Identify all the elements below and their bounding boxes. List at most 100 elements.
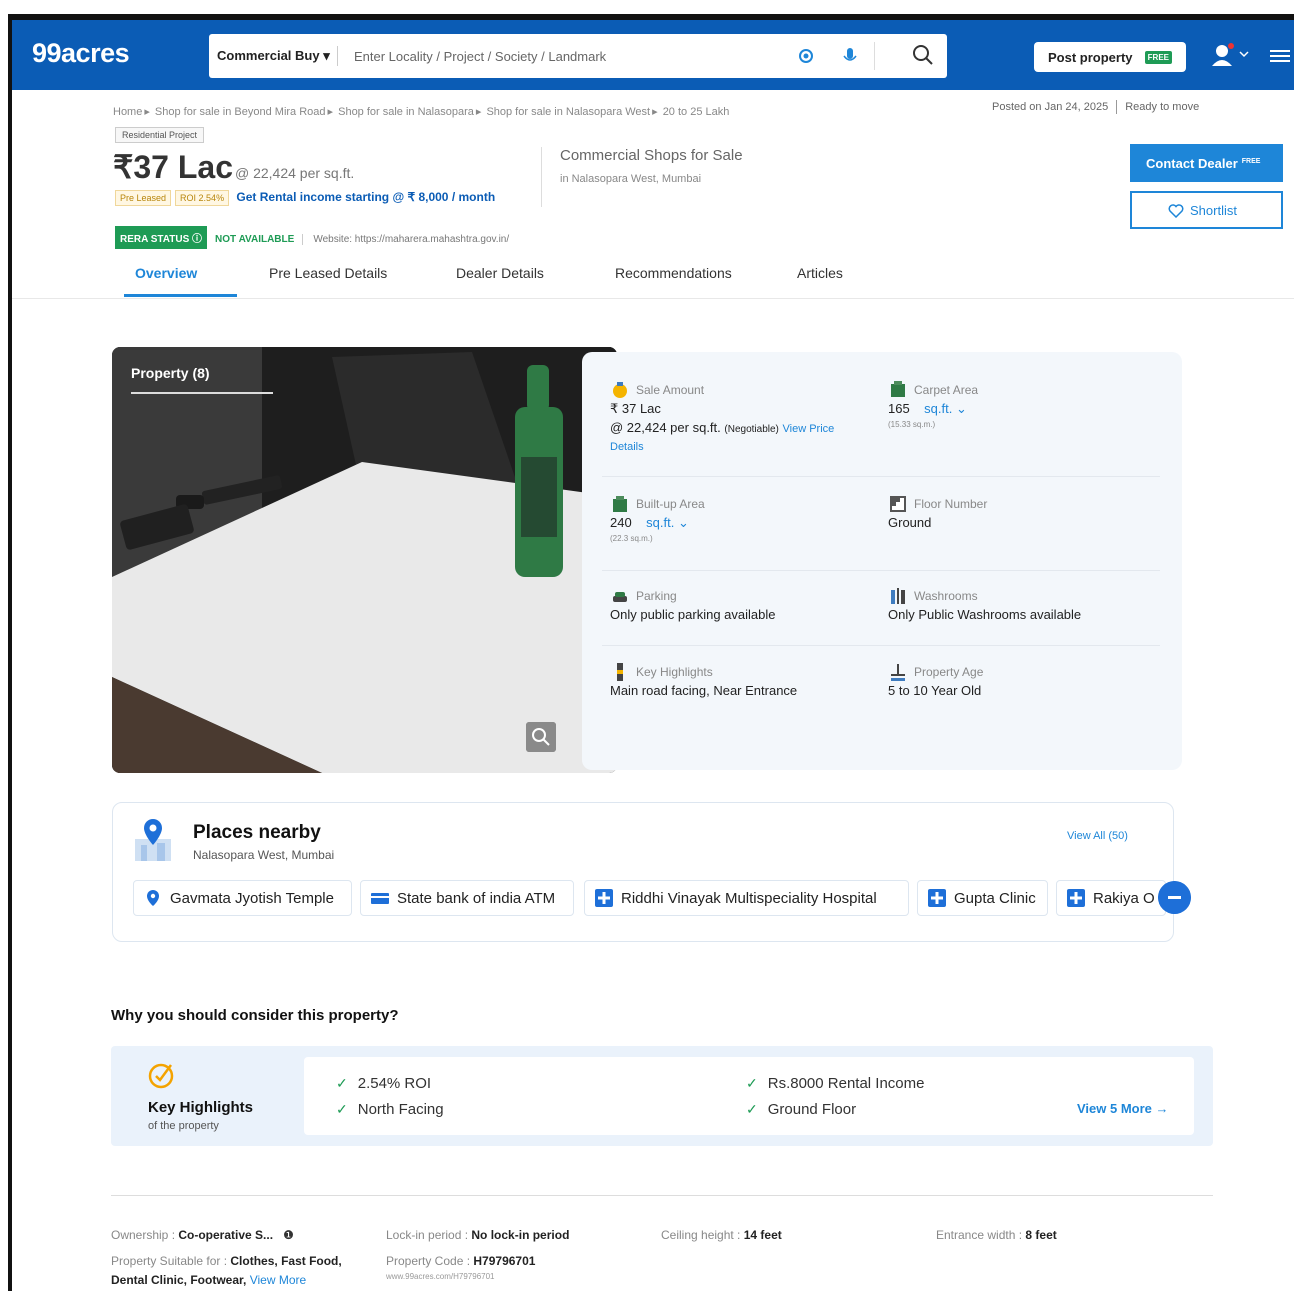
breadcrumb-separator: ▸ <box>475 106 485 118</box>
highlight-icon <box>617 663 623 681</box>
nearby-chip[interactable]: Rakiya O <box>1056 880 1166 916</box>
nearby-chip[interactable]: Gupta Clinic <box>917 880 1048 916</box>
negotiable-tag: (Negotiable) <box>724 424 779 435</box>
fact-value: 8 feet <box>1025 1228 1057 1242</box>
places-nearby: Places nearby Nalasopara West, Mumbai Vi… <box>112 802 1174 942</box>
divider <box>111 1195 1213 1196</box>
fact-value: H79796701 <box>473 1254 536 1268</box>
photo-image <box>112 347 617 773</box>
floor-number-label: Floor Number <box>914 497 988 511</box>
menu-icon[interactable] <box>1270 48 1290 64</box>
view-more-highlights-link[interactable]: View 5 More → <box>1077 1101 1169 1116</box>
breadcrumb-item[interactable]: Shop for sale in Beyond Mira Road <box>155 106 326 118</box>
fact-value: No lock-in period <box>471 1228 570 1242</box>
check-icon: ✓ <box>746 1075 758 1091</box>
map-pin-icon <box>135 819 171 861</box>
search-type-dropdown[interactable]: Commercial Buy ▾ <box>217 48 330 64</box>
tab-recommendations[interactable]: Recommendations <box>615 265 732 281</box>
pre-leased-tag: Pre Leased <box>115 190 172 206</box>
view-price-link[interactable]: View Price <box>783 423 835 435</box>
nearby-chip[interactable]: Gavmata Jyotish Temple <box>133 880 352 916</box>
nearby-chip[interactable]: State bank of india ATM <box>360 880 574 916</box>
property-age-value: 5 to 10 Year Old <box>888 683 982 698</box>
search-icon[interactable] <box>912 44 934 66</box>
sale-amount-label: Sale Amount <box>636 383 705 397</box>
shortlist-button[interactable]: Shortlist <box>1130 191 1283 229</box>
info-icon[interactable]: ⓘ <box>192 234 202 245</box>
suitable-for-fact: Property Suitable for : Clothes, Fast Fo… <box>111 1254 342 1268</box>
posted-date: Posted on Jan 24, 2025 <box>992 100 1109 113</box>
rental-income-link[interactable]: Get Rental income starting @ ₹ 8,000 / m… <box>236 190 495 204</box>
search-input[interactable] <box>354 44 774 68</box>
suitable-for-fact-cont: Dental Clinic, Footwear, View More <box>111 1273 306 1287</box>
highlight-label: North Facing <box>357 1101 444 1118</box>
fact-value: Clothes, Fast Food, <box>230 1254 342 1268</box>
places-nearby-title: Places nearby <box>193 822 321 843</box>
breadcrumb-item[interactable]: Home <box>113 106 142 118</box>
property-photo[interactable]: Property (8) <box>112 347 617 773</box>
age-icon <box>891 664 905 681</box>
nearby-chip-label: Gupta Clinic <box>954 890 1036 907</box>
contact-dealer-label: Contact Dealer <box>1146 156 1238 171</box>
scroll-right-arrow-icon[interactable] <box>1158 881 1191 914</box>
entrance-width-fact: Entrance width : 8 feet <box>936 1228 1057 1242</box>
sale-per-sqft: @ 22,424 per sq.ft. <box>610 420 721 435</box>
property-age-label: Property Age <box>914 665 984 679</box>
highlight-label: Rs.8000 Rental Income <box>767 1075 925 1092</box>
tab-overview[interactable]: Overview <box>135 265 197 281</box>
highlight-label: Ground Floor <box>767 1101 857 1118</box>
lockin-fact: Lock-in period : No lock-in period <box>386 1228 569 1242</box>
project-type-tag: Residential Project <box>115 127 205 143</box>
price-details-link[interactable]: Details <box>610 441 860 453</box>
contact-dealer-button[interactable]: Contact Dealer FREE <box>1130 144 1283 182</box>
property-age: Property Age 5 to 10 Year Old <box>888 664 1148 698</box>
breadcrumb-separator: ▸ <box>327 106 337 118</box>
microphone-icon[interactable] <box>841 46 859 66</box>
key-highlights-label: Key Highlights <box>636 665 713 679</box>
price: ₹37 Lac @ 22,424 per sq.ft. <box>113 148 354 186</box>
locate-me-icon[interactable] <box>797 47 815 65</box>
active-tab-indicator <box>124 294 237 297</box>
info-icon[interactable]: ❶ <box>283 1228 294 1242</box>
property-type: Commercial Shops for Sale <box>560 147 743 164</box>
unit-selector[interactable]: sq.ft. ⌄ <box>646 515 689 530</box>
clinic-icon <box>1067 889 1085 907</box>
why-consider-heading: Why you should consider this property? <box>111 1007 399 1024</box>
rera-website: Website: https://maharera.mahashtra.gov.… <box>302 234 510 245</box>
money-bag-icon <box>613 382 627 398</box>
price-per-sqft: @ 22,424 per sq.ft. <box>234 165 355 181</box>
fact-label: Ceiling height : <box>661 1228 744 1242</box>
view-all-link[interactable]: View All (50) <box>1067 830 1128 842</box>
highlight-item: ✓ Rs.8000 Rental Income <box>746 1075 925 1092</box>
breadcrumb-item[interactable]: 20 to 25 Lakh <box>663 106 730 118</box>
unit-selector[interactable]: sq.ft. ⌄ <box>924 401 967 416</box>
key-highlights: Key Highlights Main road facing, Near En… <box>610 663 870 698</box>
breadcrumb-item[interactable]: Shop for sale in Nalasopara <box>338 106 474 118</box>
breadcrumb-item[interactable]: Shop for sale in Nalasopara West <box>486 106 650 118</box>
highlight-item: ✓ Ground Floor <box>746 1101 856 1118</box>
fact-label: Property Suitable for : <box>111 1254 231 1268</box>
currency-symbol: ₹ <box>113 149 134 185</box>
tab-dealer-details[interactable]: Dealer Details <box>456 265 544 281</box>
logo[interactable]: 99acres <box>32 38 130 69</box>
nearby-chip-label: Riddhi Vinayak Multispeciality Hospital <box>621 890 877 907</box>
post-property-button[interactable]: Post property FREE <box>1034 42 1186 72</box>
nearby-chip[interactable]: Riddhi Vinayak Multispeciality Hospital <box>584 880 909 916</box>
clinic-icon <box>928 889 946 907</box>
zoom-icon[interactable] <box>526 722 556 752</box>
fact-value: Dental Clinic, Footwear, <box>111 1273 250 1287</box>
builtup-area-sqm: (22.3 sq.m.) <box>610 534 653 543</box>
floor-number: Floor Number Ground <box>888 496 1148 530</box>
divider <box>602 645 1160 646</box>
tab-articles[interactable]: Articles <box>797 265 843 281</box>
posted-info: Posted on Jan 24, 2025 Ready to move <box>992 100 1199 114</box>
carpet-area: Carpet Area 165 sq.ft. ⌄ (15.33 sq.m.) <box>888 381 1148 429</box>
view-more-link[interactable]: View More <box>250 1273 306 1287</box>
ceiling-height-fact: Ceiling height : 14 feet <box>661 1228 782 1242</box>
divider <box>541 147 542 207</box>
user-account-icon[interactable] <box>1210 42 1250 68</box>
tab-pre-leased-details[interactable]: Pre Leased Details <box>269 265 387 281</box>
property-details-card: Sale Amount ₹ 37 Lac @ 22,424 per sq.ft.… <box>582 352 1182 770</box>
header: 99acres Commercial Buy ▾ Post property FR… <box>12 20 1294 90</box>
chevron-down-icon: ▾ <box>323 48 330 63</box>
